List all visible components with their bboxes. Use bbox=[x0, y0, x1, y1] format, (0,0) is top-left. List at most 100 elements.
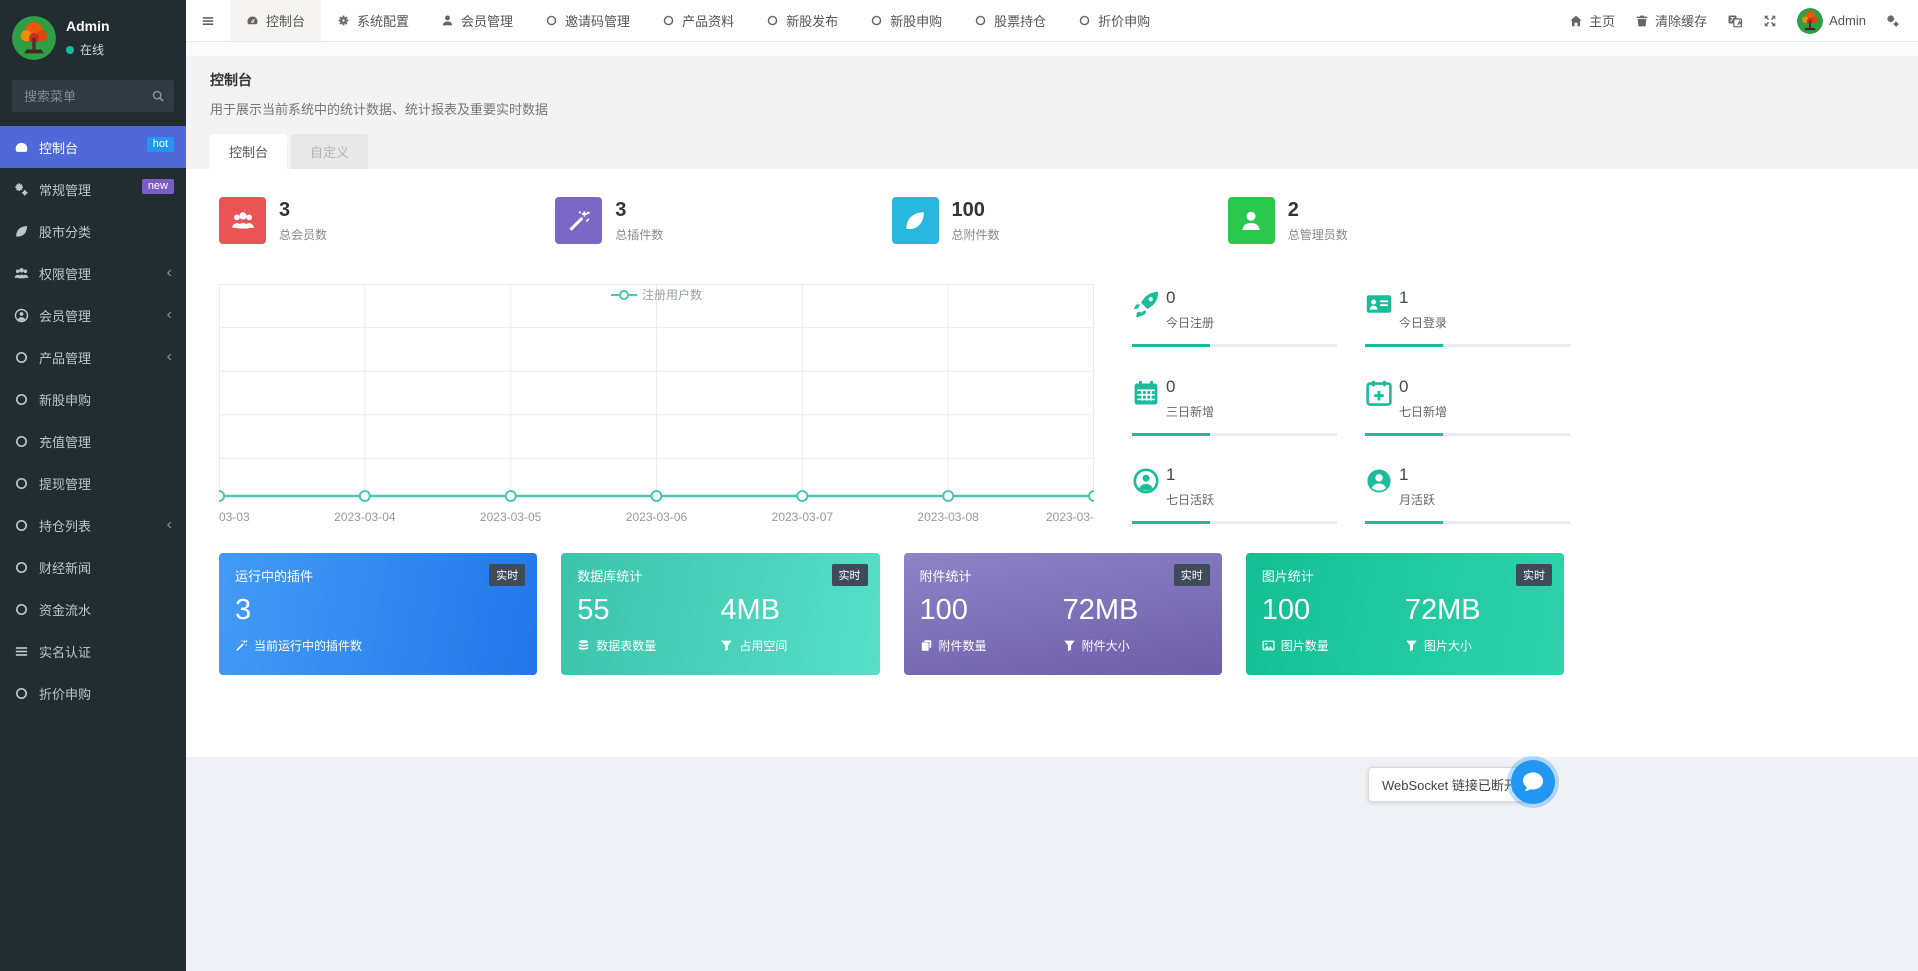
avatar bbox=[1797, 8, 1823, 34]
stat-total-plugins: 3 总插件数 bbox=[555, 197, 891, 244]
sidebar: Admin 在线 控制台 hot 常规管理 new 股市分类 权限管理 ‹ 会员… bbox=[0, 0, 186, 971]
sidebar-item-label: 新股申购 bbox=[39, 390, 91, 409]
clear-cache-button[interactable]: 清除缓存 bbox=[1635, 11, 1707, 30]
tab-console[interactable]: 控制台 bbox=[210, 134, 287, 169]
trash-icon bbox=[1635, 14, 1649, 28]
summary-cards-row: 运行中的插件 实时 3 当前运行中的插件数 数据库统计 实时 554MB 数据表… bbox=[219, 553, 1564, 675]
card-image-stats[interactable]: 图片统计 实时 10072MB 图片数量 图片大小 bbox=[1246, 553, 1564, 675]
card-label: 附件数量 bbox=[939, 637, 987, 654]
dashboard-panel: 3 总会员数 3 总插件数 100 总附件数 2 总管理员数 bbox=[186, 169, 1918, 757]
tab-ipo-subscribe[interactable]: 新股申购 bbox=[854, 0, 958, 41]
users-icon bbox=[219, 197, 266, 244]
sidebar-item-finance-news[interactable]: 财经新闻 bbox=[0, 546, 186, 588]
tab-discount-buy[interactable]: 折价申购 bbox=[1062, 0, 1166, 41]
home-button[interactable]: 主页 bbox=[1569, 11, 1615, 30]
tab-label: 会员管理 bbox=[461, 11, 513, 30]
sidebar-item-fund-flow[interactable]: 资金流水 bbox=[0, 588, 186, 630]
tab-label: 股票持仓 bbox=[994, 11, 1046, 30]
search-icon bbox=[151, 89, 165, 103]
mini-stat-label: 七日新增 bbox=[1399, 403, 1447, 420]
online-dot-icon bbox=[66, 46, 74, 54]
user-icon bbox=[441, 14, 454, 27]
users-icon bbox=[14, 266, 29, 281]
sidebar-item-stock-category[interactable]: 股市分类 bbox=[0, 210, 186, 252]
sidebar-item-dashboard[interactable]: 控制台 hot bbox=[0, 126, 186, 168]
sidebar-item-label: 控制台 bbox=[39, 138, 78, 157]
tab-system-config[interactable]: 系统配置 bbox=[321, 0, 425, 41]
tab-dashboard[interactable]: 控制台 bbox=[230, 0, 321, 41]
sidebar-item-label: 会员管理 bbox=[39, 306, 91, 325]
sidebar-item-positions[interactable]: 持仓列表 ‹ bbox=[0, 504, 186, 546]
settings-button[interactable] bbox=[1886, 14, 1900, 28]
fullscreen-button[interactable] bbox=[1763, 14, 1777, 28]
x-tick: 2023-03-08 bbox=[917, 510, 978, 524]
sidebar-item-real-name[interactable]: 实名认证 bbox=[0, 630, 186, 672]
search-input[interactable] bbox=[12, 80, 174, 112]
image-icon bbox=[1262, 639, 1275, 652]
calendar-plus-icon bbox=[1365, 377, 1399, 407]
chevron-left-icon: ‹ bbox=[167, 307, 172, 323]
circle-icon bbox=[870, 14, 883, 27]
chart-x-axis: 03-03 2023-03-04 2023-03-05 2023-03-06 2… bbox=[219, 508, 1094, 528]
sidebar-item-label: 财经新闻 bbox=[39, 558, 91, 577]
home-icon bbox=[1569, 14, 1583, 28]
stats-row: 3 总会员数 3 总插件数 100 总附件数 2 总管理员数 bbox=[219, 197, 1564, 244]
sidebar-item-ipo-subscribe[interactable]: 新股申购 bbox=[0, 378, 186, 420]
stat-total-admins: 2 总管理员数 bbox=[1228, 197, 1564, 244]
card-label: 附件大小 bbox=[1082, 637, 1130, 654]
menu-toggle-button[interactable] bbox=[186, 0, 230, 41]
sidebar-item-label: 常规管理 bbox=[39, 180, 91, 199]
legend-marker-icon bbox=[611, 289, 637, 303]
card-value: 55 bbox=[577, 595, 720, 627]
sidebar-item-general[interactable]: 常规管理 new bbox=[0, 168, 186, 210]
stat-value: 3 bbox=[279, 199, 290, 221]
language-button[interactable] bbox=[1727, 13, 1743, 29]
x-tick: 2023-03-07 bbox=[772, 510, 833, 524]
card-title: 附件统计 bbox=[920, 566, 1206, 585]
page-subtitle: 用于展示当前系统中的统计数据、统计报表及重要实时数据 bbox=[210, 99, 1894, 118]
x-tick: 2023-03- bbox=[1046, 510, 1094, 524]
sidebar-search bbox=[12, 80, 174, 112]
sidebar-item-discount-buy[interactable]: 折价申购 bbox=[0, 672, 186, 714]
sidebar-user-panel: Admin 在线 bbox=[0, 0, 186, 72]
mini-stat-value: 0 bbox=[1166, 377, 1214, 397]
tab-product-info[interactable]: 产品资料 bbox=[646, 0, 750, 41]
sidebar-item-recharge[interactable]: 充值管理 bbox=[0, 420, 186, 462]
sidebar-item-label: 股市分类 bbox=[39, 222, 91, 241]
magic-icon bbox=[235, 639, 248, 652]
sidebar-item-label: 产品管理 bbox=[39, 348, 91, 367]
sidebar-item-products[interactable]: 产品管理 ‹ bbox=[0, 336, 186, 378]
card-database-stats[interactable]: 数据库统计 实时 554MB 数据表数量 占用空间 bbox=[561, 553, 879, 675]
tab-stock-positions[interactable]: 股票持仓 bbox=[958, 0, 1062, 41]
mini-stat-label: 今日注册 bbox=[1166, 314, 1214, 331]
mini-stat-7day-new: 0 七日新增 bbox=[1365, 377, 1570, 440]
stat-label: 总管理员数 bbox=[1288, 226, 1348, 243]
tab-invite-codes[interactable]: 邀请码管理 bbox=[529, 0, 646, 41]
tab-custom[interactable]: 自定义 bbox=[291, 134, 368, 169]
sidebar-item-label: 资金流水 bbox=[39, 600, 91, 619]
card-running-plugins[interactable]: 运行中的插件 实时 3 当前运行中的插件数 bbox=[219, 553, 537, 675]
magic-icon bbox=[555, 197, 602, 244]
x-tick: 2023-03-04 bbox=[334, 510, 395, 524]
user-menu[interactable]: Admin bbox=[1797, 8, 1866, 34]
mini-stat-value: 1 bbox=[1399, 288, 1447, 308]
copy-icon bbox=[920, 639, 933, 652]
sidebar-item-members[interactable]: 会员管理 ‹ bbox=[0, 294, 186, 336]
user-circle-outline-icon bbox=[1132, 465, 1166, 495]
sidebar-item-auth[interactable]: 权限管理 ‹ bbox=[0, 252, 186, 294]
chart-legend[interactable]: 注册用户数 bbox=[219, 286, 1094, 303]
tab-label: 新股申购 bbox=[890, 11, 942, 30]
tab-members[interactable]: 会员管理 bbox=[425, 0, 529, 41]
card-value: 72MB bbox=[1063, 595, 1206, 627]
page-title: 控制台 bbox=[210, 70, 1894, 90]
sidebar-item-withdraw[interactable]: 提现管理 bbox=[0, 462, 186, 504]
realtime-badge: 实时 bbox=[489, 564, 525, 586]
chevron-left-icon: ‹ bbox=[167, 349, 172, 365]
tab-ipo-publish[interactable]: 新股发布 bbox=[750, 0, 854, 41]
registered-users-chart[interactable]: 注册用户数 bbox=[219, 284, 1094, 528]
chat-button[interactable] bbox=[1511, 760, 1555, 804]
card-attachment-stats[interactable]: 附件统计 实时 10072MB 附件数量 附件大小 bbox=[904, 553, 1222, 675]
circle-icon bbox=[545, 14, 558, 27]
mini-stat-value: 1 bbox=[1399, 465, 1435, 485]
tab-label: 系统配置 bbox=[357, 11, 409, 30]
